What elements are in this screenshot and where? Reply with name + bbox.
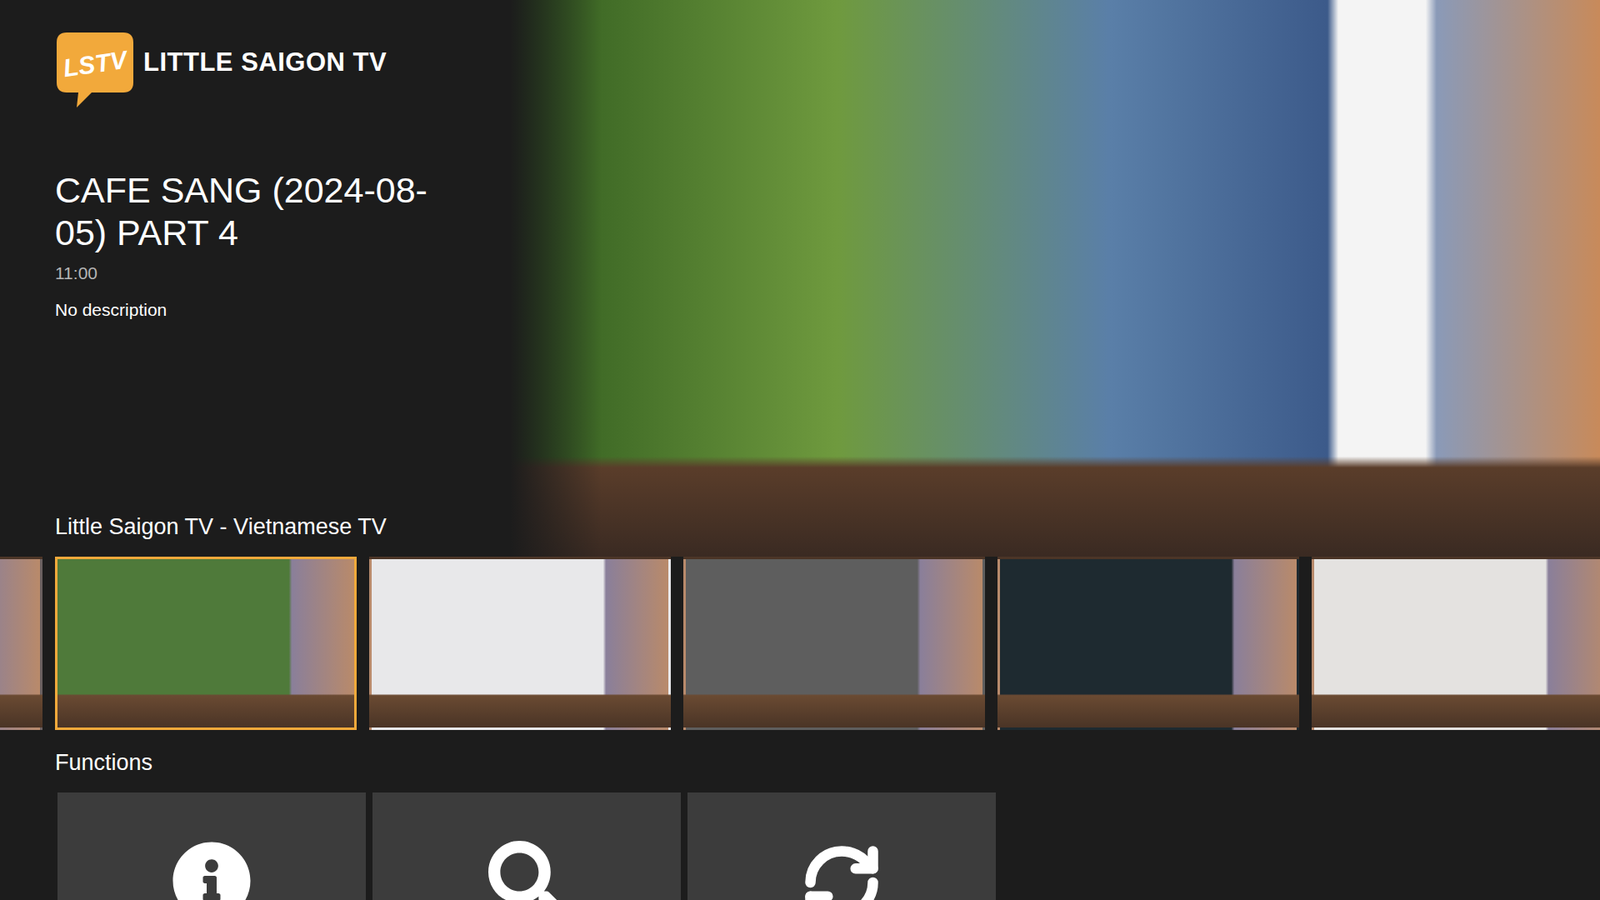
functions-title: Functions: [55, 750, 1600, 776]
search-icon: [488, 840, 565, 900]
function-tiles: [0, 792, 1600, 900]
lstv-logo-icon: LSTV: [55, 30, 135, 110]
function-tile[interactable]: [372, 792, 681, 900]
program-title: CAFE SANG (2024-08-05) PART 4: [55, 169, 472, 254]
program-card[interactable]: [1311, 556, 1600, 730]
program-track: [0, 556, 1600, 730]
info-icon: [171, 840, 252, 900]
refresh-icon: [800, 840, 884, 900]
tv-home: LSTV LITTLE SAIGON TV CAFE SANG (2024-08-0…: [0, 0, 1600, 900]
program-row: [0, 556, 1600, 730]
program-card[interactable]: [683, 556, 985, 730]
info-panel: LSTV LITTLE SAIGON TV CAFE SANG (2024-08-0…: [0, 0, 510, 557]
row-title: Little Saigon TV - Vietnamese TV: [55, 514, 477, 540]
brand-name: LITTLE SAIGON TV: [143, 47, 387, 78]
function-tile[interactable]: [57, 792, 366, 900]
brand: LSTV LITTLE SAIGON TV: [55, 30, 477, 110]
program-card[interactable]: [997, 556, 1300, 730]
program-time: 11:00: [55, 263, 477, 284]
program-card[interactable]: [55, 556, 357, 730]
function-tile[interactable]: [687, 792, 996, 900]
program-card[interactable]: [0, 556, 43, 730]
hero-video: [510, 0, 1600, 557]
program-description: No description: [55, 300, 477, 320]
program-card[interactable]: [369, 556, 671, 730]
top-section: LSTV LITTLE SAIGON TV CAFE SANG (2024-08-0…: [0, 0, 1600, 557]
svg-text:LSTV: LSTV: [61, 45, 131, 82]
